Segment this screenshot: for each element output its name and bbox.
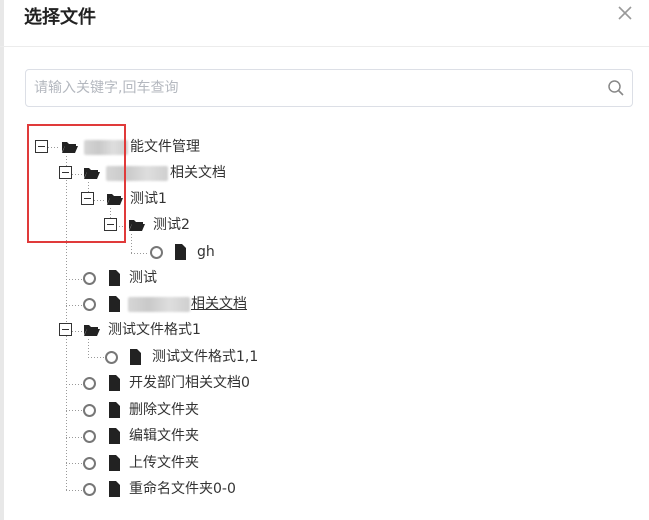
- collapse-toggle[interactable]: [81, 192, 94, 205]
- select-radio[interactable]: [83, 483, 96, 496]
- select-radio[interactable]: [83, 457, 96, 470]
- tree-node-related-doc-file: 相关文档: [0, 293, 300, 317]
- file-icon: [108, 270, 121, 290]
- tree-node-test1: 测试1: [0, 188, 300, 212]
- select-radio[interactable]: [150, 246, 163, 259]
- tree-node-label[interactable]: 相关文档: [191, 294, 247, 314]
- tree-node-format-folder: 测试文件格式1: [0, 319, 300, 343]
- tree-node-edit-folder: 编辑文件夹: [0, 425, 300, 449]
- select-radio[interactable]: [83, 430, 96, 443]
- tree-node-label[interactable]: gh: [197, 242, 215, 262]
- tree-node-label[interactable]: 重命名文件夹0-0: [129, 479, 236, 499]
- redacted-text: [84, 140, 128, 155]
- select-radio[interactable]: [83, 377, 96, 390]
- collapse-toggle[interactable]: [35, 140, 48, 153]
- folder-open-icon: [106, 191, 124, 211]
- tree-node-delete-folder: 删除文件夹: [0, 399, 300, 423]
- tree-node-rename-folder: 重命名文件夹0-0: [0, 478, 320, 502]
- redacted-text: [106, 166, 168, 181]
- file-icon: [108, 481, 121, 501]
- tree-node-root: 能文件管理: [0, 136, 300, 160]
- file-icon: [129, 349, 142, 369]
- tree-node-label[interactable]: 开发部门相关文档0: [129, 373, 250, 393]
- tree-node-dev-doc: 开发部门相关文档0: [0, 372, 320, 396]
- folder-open-icon: [61, 139, 79, 159]
- file-icon: [108, 455, 121, 475]
- file-icon: [174, 244, 187, 264]
- tree-node-related-docs: 相关文档: [0, 162, 300, 186]
- tree-node-label[interactable]: 测试: [129, 268, 157, 288]
- tree-node-label[interactable]: 编辑文件夹: [129, 426, 199, 446]
- tree-node-label[interactable]: 测试2: [153, 215, 190, 235]
- select-radio[interactable]: [83, 298, 96, 311]
- select-file-dialog: 选择文件 请输入关键字,回车查询 能文件管理 相关文档 测试1 测试2 gh 测…: [0, 0, 649, 520]
- select-radio[interactable]: [83, 404, 96, 417]
- folder-open-icon: [128, 217, 146, 237]
- tree-node-label[interactable]: 删除文件夹: [129, 400, 199, 420]
- collapse-toggle[interactable]: [59, 323, 72, 336]
- tree-node-upload-folder: 上传文件夹: [0, 452, 300, 476]
- tree-node-test2: 测试2: [0, 214, 300, 238]
- collapse-toggle[interactable]: [104, 218, 117, 231]
- tree-node-label[interactable]: 测试1: [130, 189, 167, 209]
- file-icon: [108, 402, 121, 422]
- file-icon: [108, 428, 121, 448]
- tree-node-label[interactable]: 上传文件夹: [129, 453, 199, 473]
- file-icon: [108, 375, 121, 395]
- folder-open-icon: [83, 322, 101, 342]
- tree-node-format-file: 测试文件格式1,1: [0, 346, 320, 370]
- select-radio[interactable]: [105, 351, 118, 364]
- redacted-text: [128, 297, 190, 312]
- tree-node-label[interactable]: 能文件管理: [130, 137, 200, 157]
- tree-node-test: 测试: [0, 267, 300, 291]
- tree-node-label[interactable]: 测试文件格式1: [108, 320, 201, 340]
- folder-open-icon: [83, 165, 101, 185]
- tree-node-label[interactable]: 相关文档: [170, 163, 226, 183]
- select-radio[interactable]: [83, 272, 96, 285]
- collapse-toggle[interactable]: [59, 166, 72, 179]
- tree-node-label[interactable]: 测试文件格式1,1: [152, 347, 258, 367]
- file-tree: 能文件管理 相关文档 测试1 测试2 gh 测试 相关文档 测试文件格式1 测试…: [0, 0, 649, 520]
- tree-node-gh: gh: [0, 241, 300, 265]
- file-icon: [108, 296, 121, 316]
